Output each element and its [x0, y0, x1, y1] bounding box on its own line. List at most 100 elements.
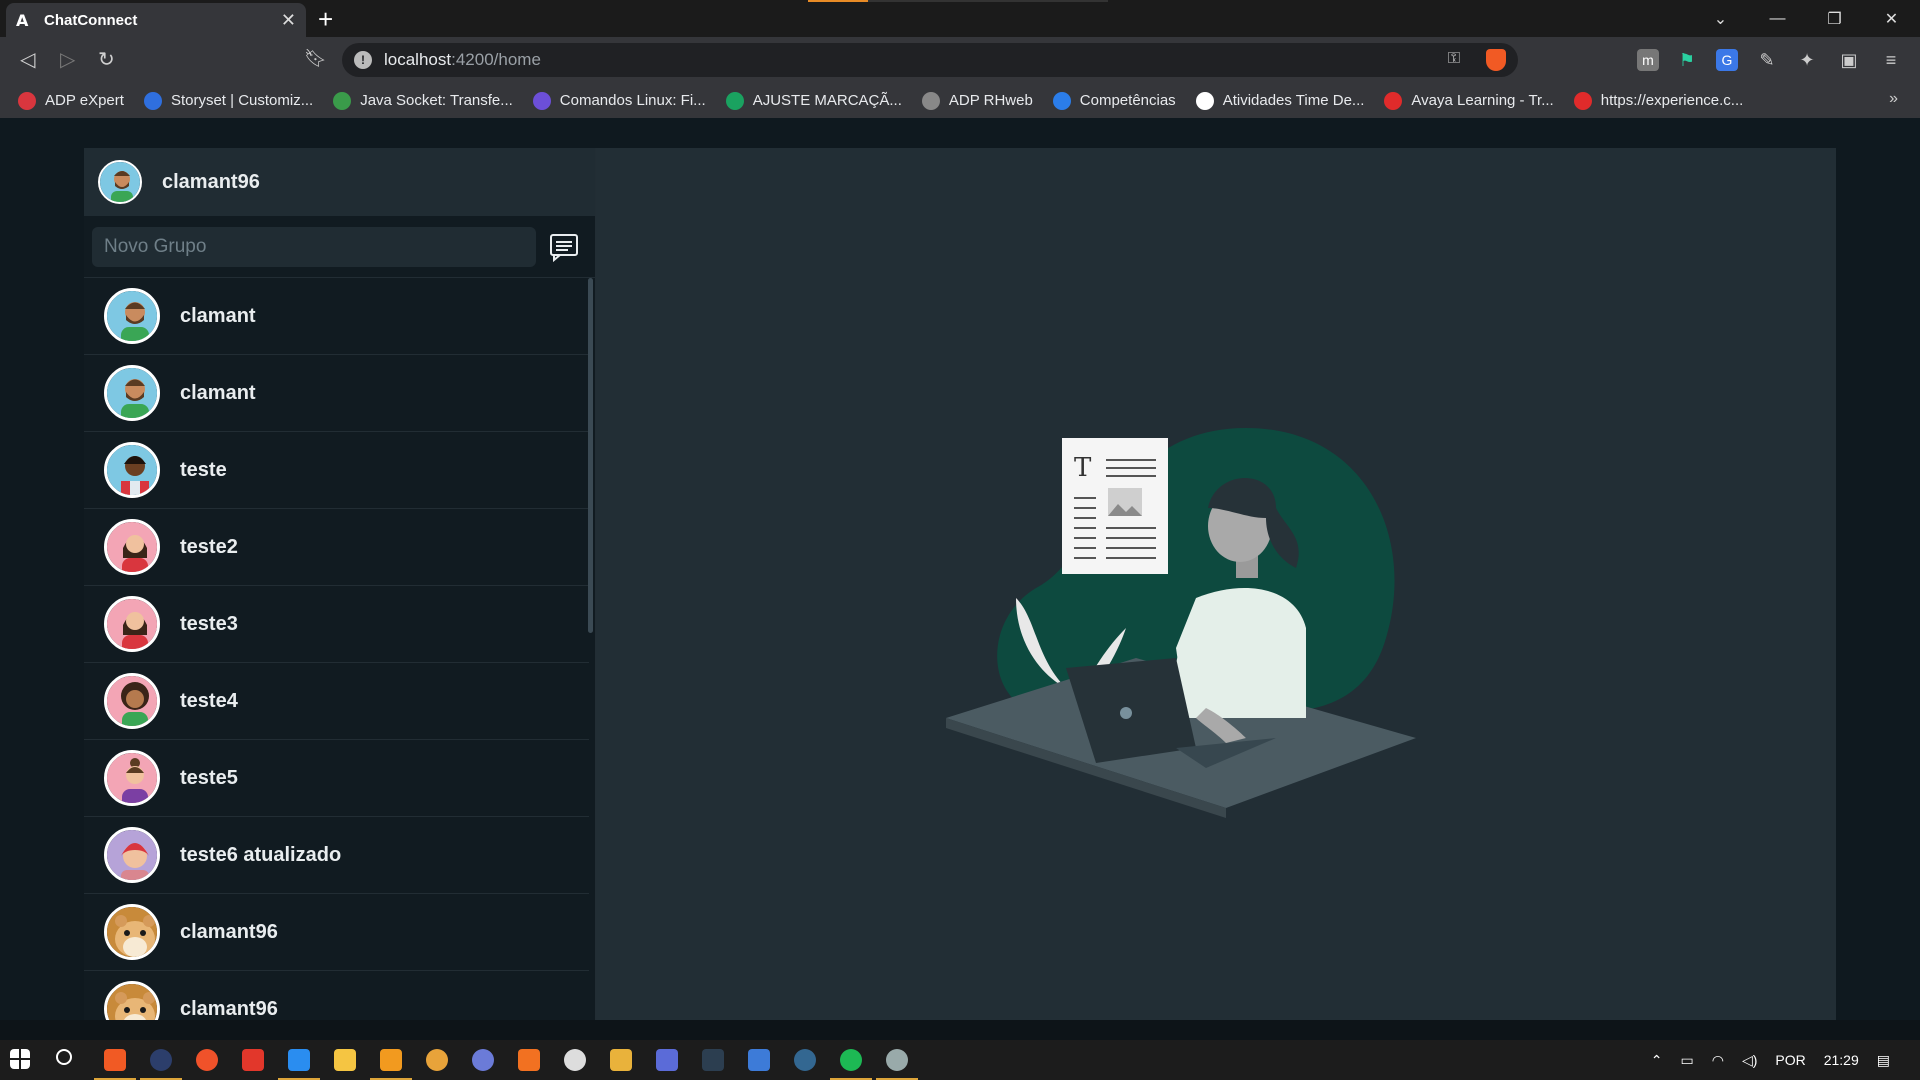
- bookmark-favicon-icon: [1573, 91, 1592, 110]
- language-indicator[interactable]: POR: [1775, 1052, 1805, 1068]
- brave-taskbar-icon[interactable]: [104, 1049, 126, 1071]
- extension-m-icon[interactable]: m: [1637, 49, 1659, 71]
- bookmark-item[interactable]: Avaya Learning - Tr...: [1384, 91, 1554, 110]
- tab-close-icon[interactable]: ✕: [281, 10, 296, 31]
- site-info-icon[interactable]: !: [354, 51, 372, 69]
- woman-at-laptop-illustration: T: [946, 428, 1416, 818]
- chat-list-item[interactable]: teste: [84, 432, 589, 509]
- forward-icon[interactable]: ▷: [60, 47, 75, 72]
- chat-list-item[interactable]: teste3: [84, 586, 589, 663]
- bookmark-item[interactable]: ADP RHweb: [921, 91, 1033, 110]
- extension-bird-icon[interactable]: ⚑: [1676, 49, 1698, 71]
- translate-icon[interactable]: G: [1716, 49, 1738, 71]
- clock[interactable]: 21:29: [1824, 1052, 1859, 1068]
- wifi-icon[interactable]: ◠: [1712, 1052, 1724, 1069]
- volume-icon[interactable]: ◁): [1742, 1052, 1757, 1069]
- git-icon[interactable]: [426, 1049, 448, 1071]
- bookmarks-overflow-icon[interactable]: »: [1889, 90, 1898, 108]
- postman-icon[interactable]: [196, 1049, 218, 1071]
- bookmark-item[interactable]: Competências: [1052, 91, 1176, 110]
- contact-name: teste4: [180, 689, 238, 712]
- back-icon[interactable]: ◁: [20, 47, 35, 72]
- brave-beta-icon[interactable]: [242, 1049, 264, 1071]
- url-path: :4200/home: [451, 50, 541, 69]
- bookmark-item[interactable]: Storyset | Customiz...: [143, 91, 313, 110]
- window-controls: ⌄ — ❐ ✕: [1692, 0, 1920, 37]
- contact-name: clamant: [180, 381, 256, 404]
- vscode-icon[interactable]: [288, 1049, 310, 1071]
- wallet-icon[interactable]: ▣: [1838, 49, 1860, 71]
- network-icon[interactable]: [656, 1049, 678, 1071]
- search-icon[interactable]: [56, 1049, 72, 1065]
- contact-name: clamant96: [180, 997, 278, 1020]
- sidebar-header: clamant96: [84, 148, 595, 216]
- postgres-icon[interactable]: [794, 1049, 816, 1071]
- contact-name: teste3: [180, 612, 238, 635]
- battery-icon[interactable]: ▭: [1680, 1052, 1693, 1069]
- menu-icon[interactable]: ≡: [1880, 49, 1902, 71]
- url-host: localhost: [384, 50, 452, 69]
- bookmark-favicon-icon: [1052, 91, 1071, 110]
- bookmark-item[interactable]: Java Socket: Transfe...: [333, 91, 513, 110]
- bookmark-icon[interactable]: 🔖︎: [304, 48, 327, 69]
- bookmark-favicon-icon: [1195, 91, 1214, 110]
- tray-chevron-icon[interactable]: ⌃: [1651, 1052, 1663, 1069]
- new-chat-icon[interactable]: [548, 232, 580, 262]
- bookmark-label: ADP RHweb: [948, 92, 1033, 109]
- current-user-avatar[interactable]: [98, 160, 142, 204]
- sublime-icon[interactable]: [380, 1049, 402, 1071]
- address-bar[interactable]: ! localhost:4200/home ⚿: [342, 43, 1518, 77]
- bookmark-label: ADP eXpert: [45, 92, 124, 109]
- chat-list-item[interactable]: teste5: [84, 740, 589, 817]
- bookmark-favicon-icon: [532, 91, 551, 110]
- restore-icon[interactable]: ❐: [1806, 9, 1863, 29]
- bookmark-label: Java Socket: Transfe...: [360, 92, 513, 109]
- bookmark-item[interactable]: AJUSTE MARCAÇÃ...: [725, 91, 902, 110]
- chat-list-item[interactable]: clamant: [84, 355, 589, 432]
- tab-search-icon[interactable]: ⌄: [1692, 9, 1749, 29]
- current-user-name: clamant96: [162, 170, 260, 193]
- chrome-icon[interactable]: [564, 1049, 586, 1071]
- sketch-icon[interactable]: [610, 1049, 632, 1071]
- misc-app-icon[interactable]: [886, 1049, 908, 1071]
- remote-desktop-icon[interactable]: [702, 1049, 724, 1071]
- extensions-puzzle-icon[interactable]: ✦: [1796, 49, 1818, 71]
- system-tray: ⌃ ▭ ◠ ◁) POR 21:29 ▤: [1651, 1040, 1920, 1080]
- spotify-icon[interactable]: [840, 1049, 862, 1071]
- start-icon[interactable]: [10, 1049, 30, 1069]
- close-window-icon[interactable]: ✕: [1863, 9, 1920, 29]
- eclipse-icon[interactable]: [150, 1049, 172, 1071]
- chat-list-item[interactable]: clamant96: [84, 894, 589, 971]
- new-tab-button[interactable]: +: [318, 4, 333, 35]
- contact-name: clamant96: [180, 920, 278, 943]
- angular-favicon-icon: A: [16, 11, 29, 30]
- chat-list-scrollbar[interactable]: [588, 278, 593, 633]
- sidebar: clamant96 clamant clamant teste teste2 teste…: [84, 148, 596, 1020]
- new-group-input[interactable]: [92, 226, 536, 267]
- chat-list-item[interactable]: clamant: [84, 278, 589, 355]
- password-key-icon[interactable]: ⚿: [1448, 50, 1460, 68]
- chat-list-item[interactable]: clamant96: [84, 971, 589, 1020]
- brave-shields-icon[interactable]: [1486, 49, 1506, 71]
- bookmark-label: AJUSTE MARCAÇÃ...: [752, 92, 902, 109]
- pen-icon[interactable]: ✎: [1756, 49, 1778, 71]
- file-explorer-icon[interactable]: [334, 1049, 356, 1071]
- contact-avatar: [104, 442, 160, 498]
- new-group-bar: [84, 216, 595, 278]
- chat-list-item[interactable]: teste2: [84, 509, 589, 586]
- chat-list-item[interactable]: teste4: [84, 663, 589, 740]
- bookmark-item[interactable]: https://experience.c...: [1573, 91, 1743, 110]
- browser-tab[interactable]: A ChatConnect ✕: [6, 3, 306, 37]
- notifications-icon[interactable]: ▤: [1877, 1052, 1890, 1069]
- bookmark-item[interactable]: Atividades Time De...: [1195, 91, 1364, 110]
- bookmark-item[interactable]: Comandos Linux: Fi...: [532, 91, 706, 110]
- minimize-icon[interactable]: —: [1749, 10, 1806, 28]
- bookmark-item[interactable]: ADP eXpert: [18, 91, 124, 110]
- browser-tab-strip: A ChatConnect ✕ + ⌄ — ❐ ✕: [0, 0, 1920, 37]
- xampp-icon[interactable]: [518, 1049, 540, 1071]
- chat-list-item[interactable]: teste6 atualizado: [84, 817, 589, 894]
- reload-icon[interactable]: ↻: [98, 47, 115, 72]
- contact-name: teste: [180, 458, 227, 481]
- teams-icon[interactable]: [472, 1049, 494, 1071]
- vm-icon[interactable]: [748, 1049, 770, 1071]
